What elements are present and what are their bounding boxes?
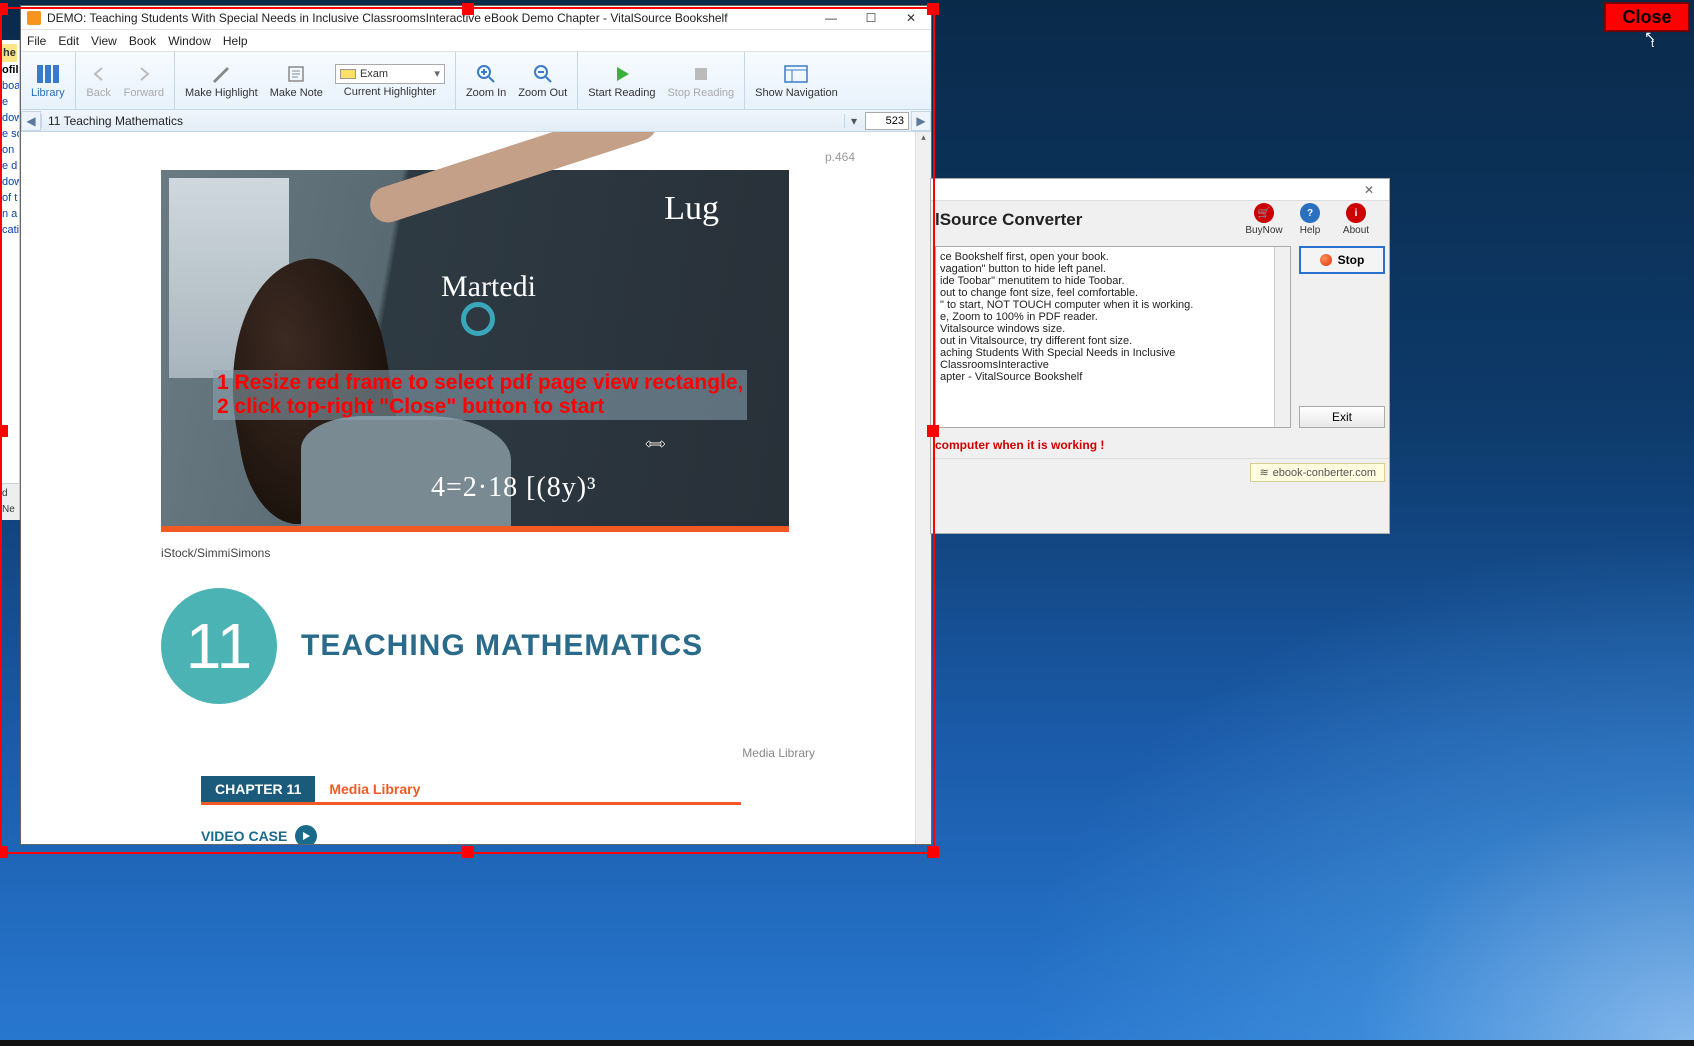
tab-chapter[interactable]: CHAPTER 11 <box>201 776 315 802</box>
log-scrollbar[interactable] <box>1274 247 1290 427</box>
menu-window[interactable]: Window <box>168 34 211 48</box>
library-icon <box>36 63 60 85</box>
tab-media-library[interactable]: Media Library <box>315 776 434 802</box>
page-content: ▴ p.464 Lug Martedi 4=2·18 [(8y)³ 1 Resi… <box>21 132 931 844</box>
current-highlighter: Exam ▾ Current Highlighter <box>329 54 451 107</box>
buynow-button[interactable]: 🛒 BuyNow <box>1241 203 1287 236</box>
stop-icon <box>689 63 713 85</box>
stack-icon: ≋ <box>1259 466 1268 479</box>
menu-file[interactable]: File <box>27 34 46 48</box>
bookshelf-window: DEMO: Teaching Students With Special Nee… <box>20 5 932 845</box>
play-circle-icon[interactable] <box>295 825 317 844</box>
converter-titlebar[interactable]: ✕ <box>931 179 1389 201</box>
highlight-icon <box>209 63 233 85</box>
resize-handle-tl[interactable] <box>0 3 8 15</box>
media-library-label: Media Library <box>161 746 815 760</box>
help-button[interactable]: ? Help <box>1287 203 1333 236</box>
zoom-in-button[interactable]: Zoom In <box>460 54 512 107</box>
zoom-out-icon <box>531 63 555 85</box>
chapter-chevron-icon[interactable]: ▾ <box>845 114 863 128</box>
chapter-title: TEACHING MATHEMATICS <box>301 629 703 663</box>
forward-icon <box>132 63 156 85</box>
toolbar: Library Back Forward Make Highlight Make… <box>21 52 931 110</box>
forward-button[interactable]: Forward <box>118 54 170 107</box>
resize-cursor-icon: ⟷ <box>646 436 665 452</box>
chapter-hero-image: Lug Martedi 4=2·18 [(8y)³ 1 Resize red f… <box>161 170 789 532</box>
start-reading-button[interactable]: Start Reading <box>582 54 661 107</box>
resize-handle-bm[interactable] <box>462 846 474 858</box>
menu-book[interactable]: Book <box>129 34 156 48</box>
show-navigation-button[interactable]: Show Navigation <box>749 54 844 107</box>
prev-chapter-arrow[interactable]: ◀ <box>21 111 41 131</box>
converter-footer-link[interactable]: ≋ ebook-conberter.com <box>1250 463 1385 482</box>
resize-handle-br[interactable] <box>927 846 939 858</box>
library-button[interactable]: Library <box>25 54 71 107</box>
menu-edit[interactable]: Edit <box>58 34 79 48</box>
close-window-button[interactable]: ✕ <box>891 6 931 30</box>
chapter-nav-row: ◀ 11 Teaching Mathematics ▾ ▶ <box>21 110 931 132</box>
about-button[interactable]: i About <box>1333 203 1379 236</box>
video-case-heading: VIDEO CASE <box>201 825 855 844</box>
make-highlight-button[interactable]: Make Highlight <box>179 54 264 107</box>
app-icon <box>27 11 41 25</box>
window-title: DEMO: Teaching Students With Special Nee… <box>47 11 811 25</box>
image-caption: iStock/SimmiSimons <box>161 546 855 560</box>
navigation-icon <box>784 63 808 85</box>
highlighter-dropdown[interactable]: Exam ▾ <box>335 64 445 84</box>
converter-log[interactable]: ce Bookshelf first, open your book. vaga… <box>935 246 1291 428</box>
converter-close-icon[interactable]: ✕ <box>1349 183 1389 197</box>
minimize-button[interactable]: — <box>811 6 851 30</box>
chevron-down-icon: ▾ <box>434 67 440 80</box>
note-icon <box>284 63 308 85</box>
maximize-button[interactable]: ☐ <box>851 6 891 30</box>
cart-icon: 🛒 <box>1254 203 1274 223</box>
info-icon: i <box>1346 203 1366 223</box>
exit-button[interactable]: Exit <box>1299 406 1385 428</box>
resize-handle-bl[interactable] <box>0 846 8 858</box>
stop-button[interactable]: Stop <box>1299 246 1385 274</box>
stop-reading-button[interactable]: Stop Reading <box>661 54 740 107</box>
back-icon <box>87 63 111 85</box>
make-note-button[interactable]: Make Note <box>264 54 329 107</box>
converter-warning: computer when it is working ! <box>931 432 1389 458</box>
converter-window: ✕ lSource Converter 🛒 BuyNow ? Help i Ab… <box>930 178 1390 534</box>
background-browser-fragment: he ofile boa e dow e so on e d dow of t … <box>0 40 20 520</box>
highlighter-color-swatch <box>340 69 356 79</box>
titlebar[interactable]: DEMO: Teaching Students With Special Nee… <box>21 6 931 30</box>
chapter-tab-row: CHAPTER 11 Media Library <box>201 776 741 805</box>
next-chapter-arrow[interactable]: ▶ <box>911 111 931 131</box>
menu-help[interactable]: Help <box>223 34 248 48</box>
zoom-in-icon <box>474 63 498 85</box>
converter-app-title: lSource Converter <box>935 210 1241 230</box>
help-icon: ? <box>1300 203 1320 223</box>
zoom-out-button[interactable]: Zoom Out <box>512 54 573 107</box>
menubar: File Edit View Book Window Help <box>21 30 931 52</box>
menu-view[interactable]: View <box>91 34 117 48</box>
vertical-scrollbar[interactable]: ▴ <box>915 132 931 844</box>
record-dot-icon <box>1320 254 1332 266</box>
chapter-dropdown[interactable]: 11 Teaching Mathematics <box>41 114 845 128</box>
overlay-close-caption: t <box>1651 38 1654 50</box>
back-button[interactable]: Back <box>80 54 118 107</box>
chapter-number-badge: 11 <box>161 588 277 704</box>
play-icon <box>610 63 634 85</box>
instruction-overlay: 1 Resize red frame to select pdf page vi… <box>213 370 747 420</box>
taskbar[interactable] <box>0 1040 1694 1046</box>
page-number-input[interactable] <box>865 112 909 130</box>
